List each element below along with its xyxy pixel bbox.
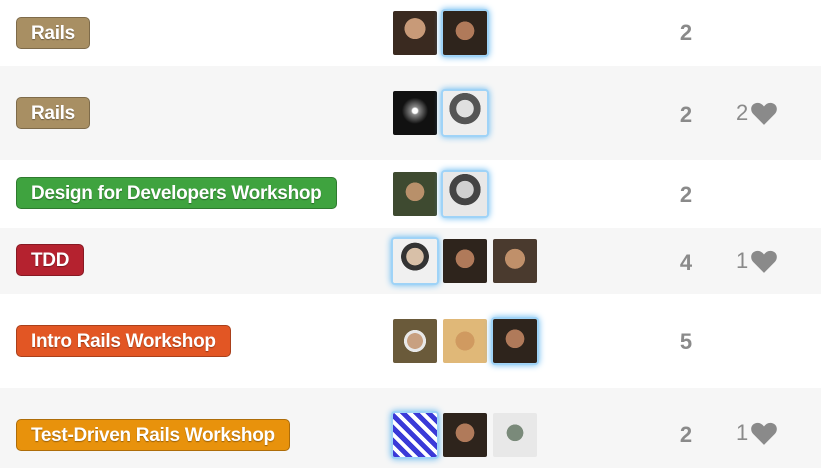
attendee-count: 5 [679, 329, 693, 354]
avatar[interactable] [393, 413, 437, 457]
tag-badge[interactable]: Rails [16, 17, 90, 49]
avatar[interactable] [443, 91, 487, 135]
avatar[interactable] [493, 239, 537, 283]
attendee-count: 2 [679, 182, 693, 207]
likes[interactable]: 1 [736, 420, 779, 446]
avatar[interactable] [393, 239, 437, 283]
table-row: Rails 2 2 [0, 66, 821, 160]
avatar[interactable] [443, 413, 487, 457]
avatar[interactable] [443, 319, 487, 363]
heart-icon [751, 102, 778, 125]
table-row: Design for Developers Workshop 2 [0, 160, 821, 228]
avatar[interactable] [443, 239, 487, 283]
table-row: TDD 4 1 [0, 228, 821, 294]
tag-badge[interactable]: Design for Developers Workshop [16, 177, 337, 209]
avatar[interactable] [443, 172, 487, 216]
avatar[interactable] [393, 91, 437, 135]
tag-badge[interactable]: TDD [16, 244, 85, 276]
likes-count: 1 [736, 248, 749, 273]
avatar[interactable] [393, 172, 437, 216]
likes-count: 1 [736, 420, 749, 445]
attendee-count: 2 [679, 20, 693, 45]
avatar-group [393, 91, 487, 135]
attendee-count: 4 [679, 250, 693, 275]
likes-count: 2 [736, 100, 749, 125]
table-row: Test-Driven Rails Workshop 2 1 [0, 388, 821, 468]
tag-badge[interactable]: Test-Driven Rails Workshop [16, 419, 290, 451]
avatar[interactable] [393, 11, 437, 55]
avatar[interactable] [393, 319, 437, 363]
avatar-group [393, 11, 487, 55]
avatar[interactable] [443, 11, 487, 55]
tag-badge[interactable]: Rails [16, 97, 90, 129]
attendee-count: 2 [679, 102, 693, 127]
avatar-group [393, 172, 487, 216]
avatar[interactable] [493, 413, 537, 457]
avatar[interactable] [493, 319, 537, 363]
table-row: Intro Rails Workshop 5 [0, 294, 821, 388]
table-row: Rails 2 [0, 0, 821, 66]
avatar-group [393, 413, 537, 457]
tag-badge[interactable]: Intro Rails Workshop [16, 325, 231, 357]
heart-icon [751, 250, 778, 273]
likes[interactable]: 2 [736, 100, 779, 126]
attendee-count: 2 [679, 422, 693, 447]
heart-icon [751, 422, 778, 445]
avatar-group [393, 239, 537, 283]
avatar-group [393, 319, 537, 363]
likes[interactable]: 1 [736, 248, 779, 274]
